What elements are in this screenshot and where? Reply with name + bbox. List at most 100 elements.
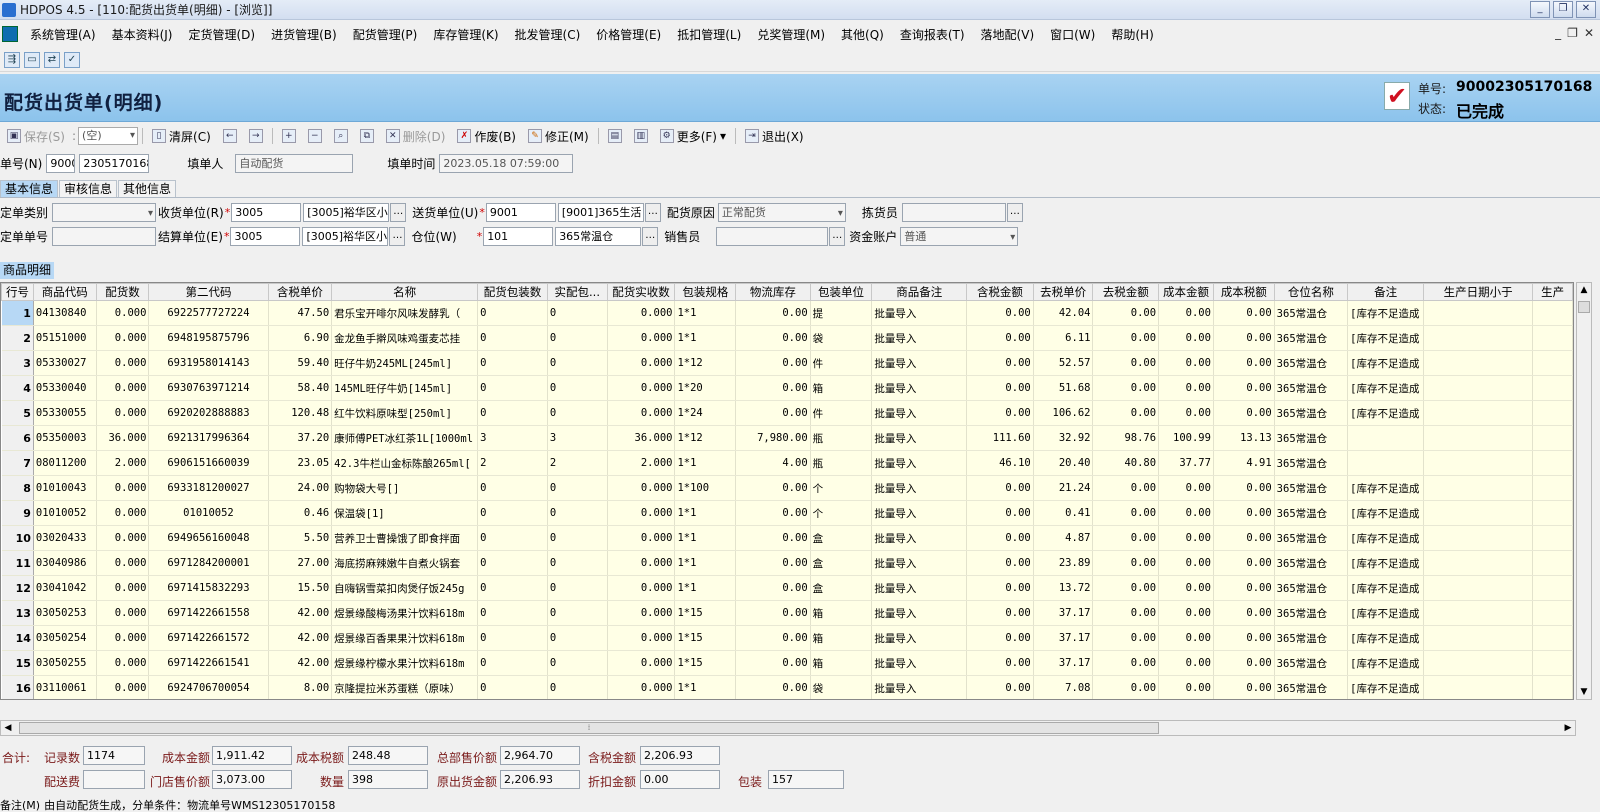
table-cell[interactable] [1423,400,1534,426]
table-cell[interactable]: 煜景缘酸梅汤果汁饮料618m [331,600,479,626]
table-cell[interactable]: 1*15 [674,650,737,676]
table-cell[interactable]: 4.91 [1213,450,1275,476]
table-cell[interactable]: [库存不足造成 [1347,600,1425,626]
table-cell[interactable]: 0.000 [607,400,676,426]
filler-field[interactable]: 自动配货 [235,153,354,173]
table-row[interactable]: 5 05330055 0.000 6920202888883 120.48 红牛饮料原味型… [1,400,1573,426]
table-cell[interactable]: 0 [547,475,608,501]
table-cell[interactable]: 59.40 [268,350,333,376]
clear-button[interactable]: ▯ 清屏(C) [147,126,216,146]
table-cell[interactable]: 0.000 [96,600,150,626]
table-cell[interactable]: 8.00 [268,675,333,699]
table-cell[interactable]: 0 [477,475,548,501]
table-cell[interactable]: 365常温仓 [1274,325,1349,351]
table-cell[interactable]: 03020433 [33,525,97,551]
table-cell[interactable]: 6971284200001 [148,550,269,576]
table-cell[interactable]: 0.00 [1213,650,1275,676]
row-number[interactable]: 6 [1,425,34,451]
table-cell[interactable]: 批量导入 [871,575,968,601]
table-cell[interactable]: 0.00 [1158,525,1214,551]
table-cell[interactable]: 01010043 [33,475,97,501]
table-cell[interactable]: 0.00 [735,600,811,626]
menu-landing[interactable]: 落地配(V) [973,26,1043,43]
table-row[interactable]: 6 05350003 36.000 6921317996364 37.20 康师傅PET冰… [1,425,1573,451]
table-cell[interactable]: 批量导入 [871,375,968,401]
table-cell[interactable]: 0 [477,575,548,601]
table-cell[interactable]: 6971422661541 [148,650,269,676]
table-cell[interactable]: 0 [547,325,608,351]
table-cell[interactable]: [库存不足造成 [1347,350,1425,376]
table-cell[interactable]: 6921317996364 [148,425,269,451]
table-cell[interactable]: 1*1 [674,450,737,476]
table-cell[interactable]: 自嗨锅雪菜扣肉煲仔饭245g [331,575,479,601]
table-cell[interactable]: 0.00 [1158,300,1214,326]
column-header[interactable]: 成本金额 [1158,283,1214,301]
table-cell[interactable]: 365常温仓 [1274,675,1349,699]
table-cell[interactable] [1423,675,1534,699]
table-cell[interactable]: 0.00 [735,475,811,501]
table-row[interactable]: 14 03050254 0.000 6971422661572 42.00 煜景缘百香果果… [1,625,1573,651]
delete-button[interactable]: ✕ 删除(D) [381,126,451,146]
table-cell[interactable]: 145ML旺仔牛奶[145ml] [331,375,479,401]
table-cell[interactable]: 0.00 [735,575,811,601]
table-cell[interactable] [1423,600,1534,626]
table-cell[interactable]: 个 [810,475,873,501]
table-cell[interactable]: 袋 [810,325,873,351]
table-cell[interactable]: 0 [477,400,548,426]
table-cell[interactable]: 0.00 [966,475,1034,501]
table-cell[interactable]: 件 [810,350,873,376]
table-row[interactable]: 3 05330027 0.000 6931958014143 59.40 旺仔牛奶245M… [1,350,1573,376]
table-cell[interactable]: 0 [477,625,548,651]
table-cell[interactable]: 0 [547,550,608,576]
table-cell[interactable] [1532,425,1573,451]
table-cell[interactable]: 袋 [810,675,873,699]
row-number[interactable]: 12 [1,575,34,601]
table-cell[interactable] [1423,500,1534,526]
table-row[interactable]: 8 01010043 0.000 6933181200027 24.00 购物袋大号[] 0… [1,475,1573,501]
table-cell[interactable]: [库存不足造成 [1347,475,1425,501]
sender-name-field[interactable]: [9001]365生活 [557,202,644,222]
table-cell[interactable]: 2.000 [96,450,150,476]
table-cell[interactable]: 0.00 [1158,375,1214,401]
table-row[interactable]: 10 03020433 0.000 6949656160048 5.50 营养卫士曹操饿了… [1,525,1573,551]
table-cell[interactable]: 0.00 [735,650,811,676]
column-header[interactable]: 配货包装数 [477,283,548,301]
table-cell[interactable]: 15.50 [268,575,333,601]
table-cell[interactable]: 0.00 [1213,475,1275,501]
table-cell[interactable] [1347,450,1425,476]
table-cell[interactable]: 47.50 [268,300,333,326]
table-cell[interactable]: 0 [477,300,548,326]
table-row[interactable]: 4 05330040 0.000 6930763971214 58.40 145ML旺仔牛… [1,375,1573,401]
table-cell[interactable]: 6.11 [1033,325,1094,351]
table-cell[interactable]: 0.000 [96,350,150,376]
table-cell[interactable]: 个 [810,500,873,526]
table-cell[interactable]: 0.00 [1158,675,1214,699]
table-cell[interactable]: 98.76 [1092,425,1160,451]
table-cell[interactable]: 0.00 [735,550,811,576]
table-cell[interactable]: 42.00 [268,650,333,676]
table-cell[interactable]: 0.00 [1092,375,1160,401]
table-cell[interactable]: [库存不足造成 [1347,325,1425,351]
preview-button[interactable]: ▥ [629,126,653,146]
table-cell[interactable]: 21.24 [1033,475,1094,501]
table-cell[interactable] [1532,600,1573,626]
table-cell[interactable]: 保温袋[1] [331,500,479,526]
account-select[interactable]: 普通 [900,226,1019,246]
table-cell[interactable]: 0.000 [607,350,676,376]
scroll-up-icon[interactable]: ▲ [1577,283,1591,297]
row-number[interactable]: 1 [1,300,34,326]
row-number[interactable]: 8 [1,475,34,501]
table-cell[interactable]: 365常温仓 [1274,475,1349,501]
table-cell[interactable] [1532,375,1573,401]
table-cell[interactable]: 康师傅PET冰红茶1L[1000ml [331,425,479,451]
horizontal-scroll-thumb[interactable]: ⁞ [19,722,1159,734]
sender-code-field[interactable]: 9001 [485,202,556,222]
doc-no-field[interactable]: 2305170168 [79,153,150,173]
table-cell[interactable]: 旺仔牛奶245ML[245ml] [331,350,479,376]
table-cell[interactable]: 1*20 [674,375,737,401]
table-cell[interactable]: 批量导入 [871,675,968,699]
table-cell[interactable]: 煜景缘百香果果汁饮料618m [331,625,479,651]
menu-help[interactable]: 帮助(H) [1103,26,1161,43]
table-cell[interactable]: 0 [547,400,608,426]
table-cell[interactable]: 1*1 [674,550,737,576]
